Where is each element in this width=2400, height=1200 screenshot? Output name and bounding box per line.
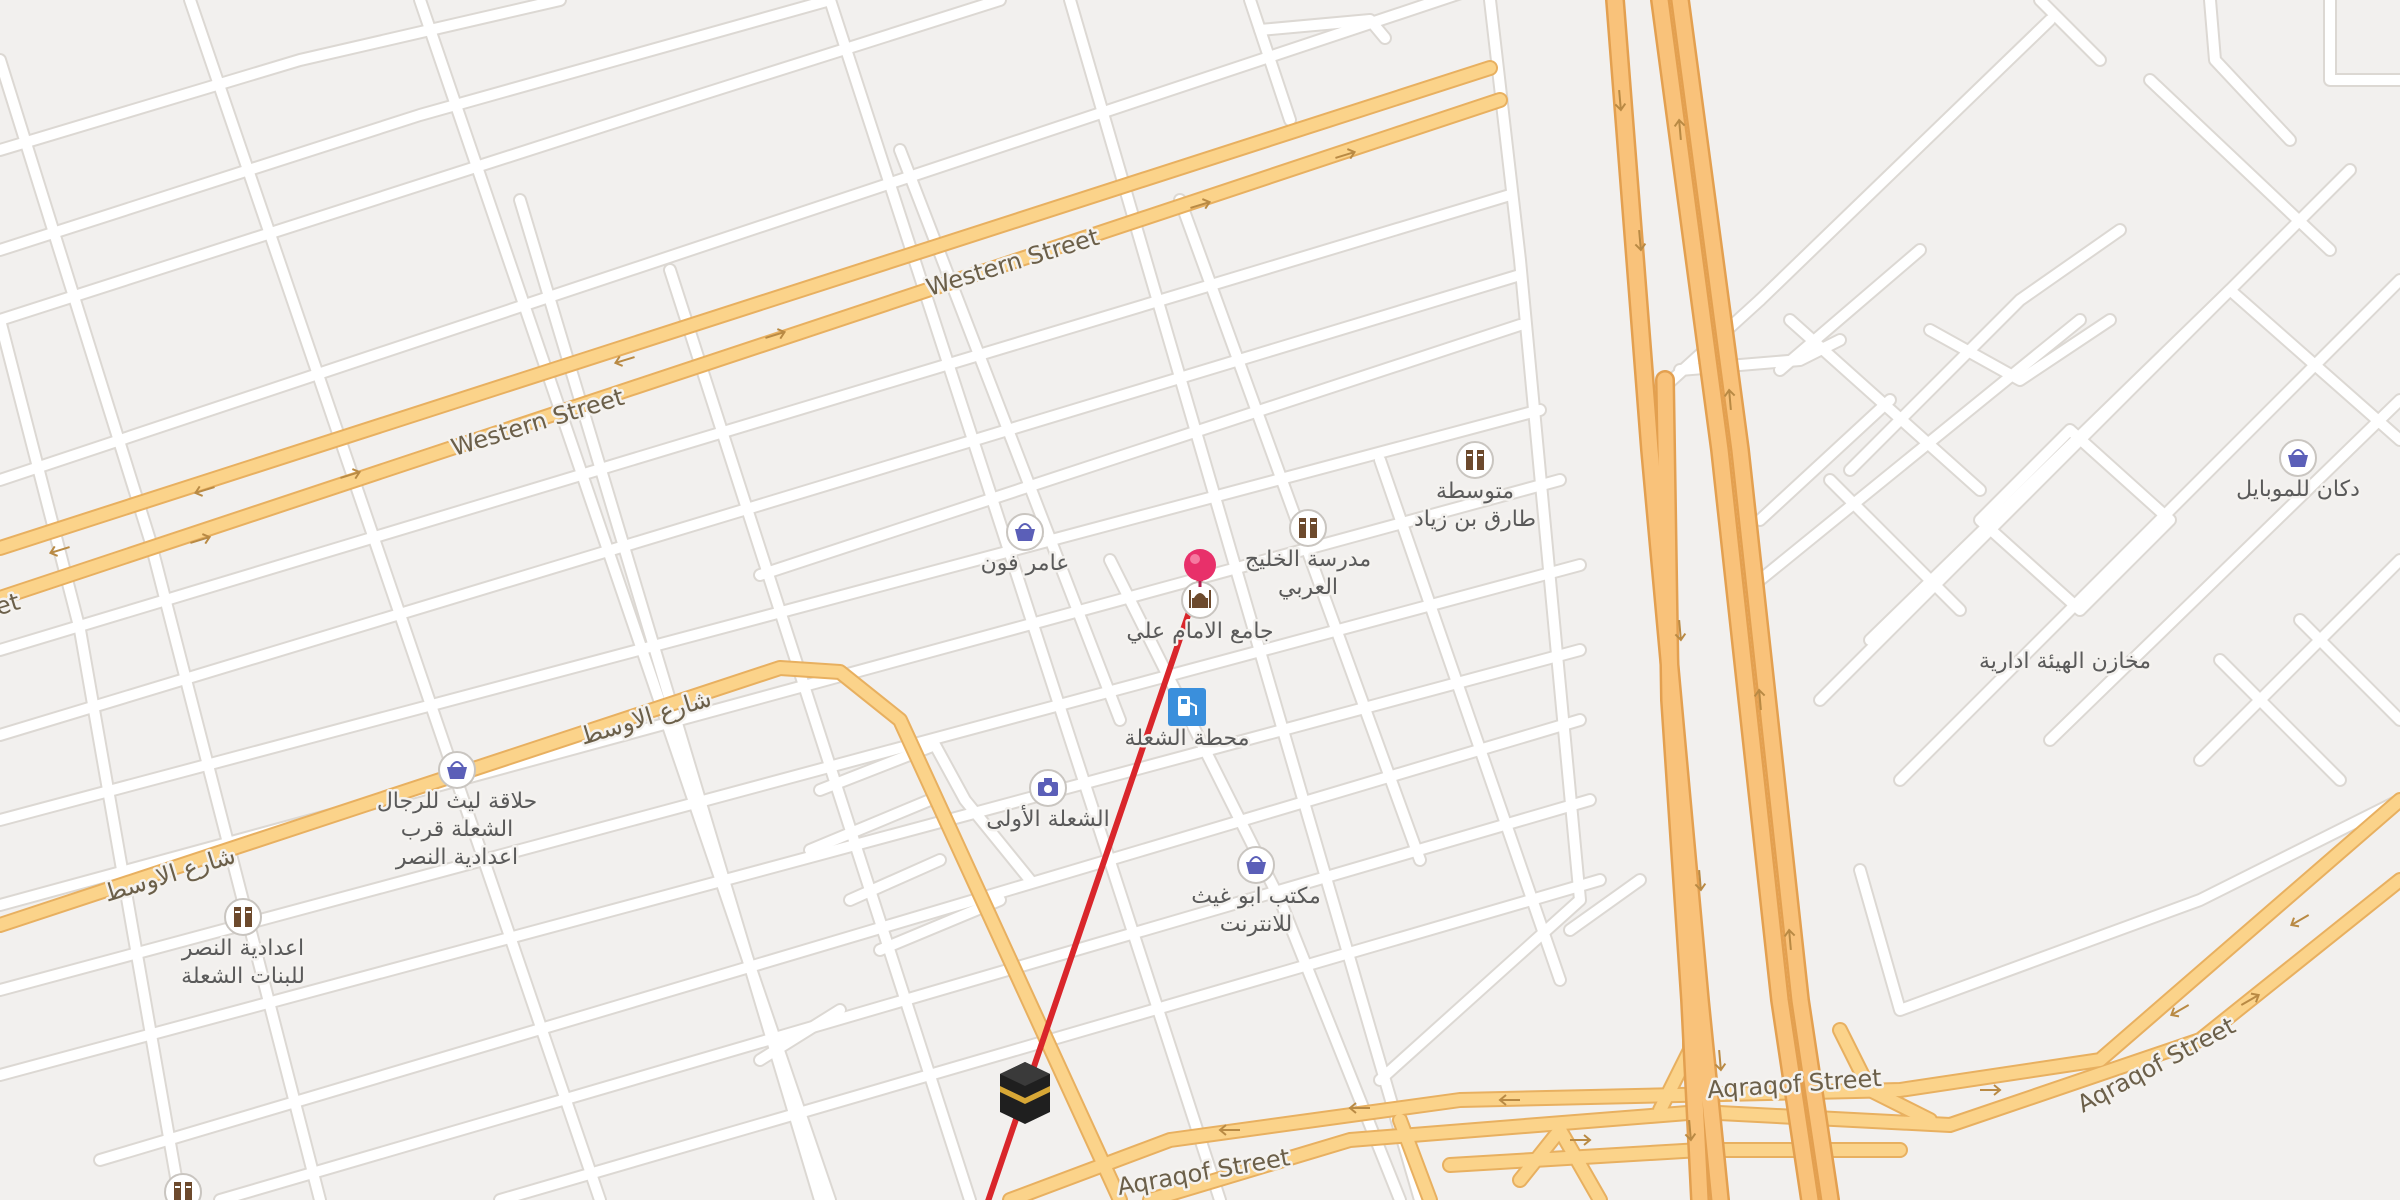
one-way-arrow — [2289, 914, 2310, 928]
poi-shop[interactable]: مكتب ابو غيث للانترنت — [1189, 846, 1323, 940]
minor-road — [1855, 795, 2400, 1015]
school-icon[interactable] — [1289, 509, 1327, 547]
poi-school[interactable]: مدرسة الخليج العربي — [1242, 509, 1374, 603]
minor-road — [185, 0, 605, 1200]
minor-road — [2325, 0, 2400, 85]
shopping-basket-icon[interactable] — [438, 751, 476, 789]
kaaba-icon[interactable] — [1000, 1062, 1050, 1124]
poi-label: محطة الشعلة — [1125, 726, 1250, 751]
mosque-icon[interactable] — [1181, 581, 1219, 619]
poi-label: الشعلة الأولى — [986, 805, 1109, 832]
fuel-pump-icon[interactable] — [1168, 688, 1206, 726]
minor-road — [1755, 395, 1895, 525]
minor-road — [2323, 0, 2400, 87]
poi-label: الشعلة قرب — [401, 817, 514, 842]
poi-label: طارق بن زياد — [1414, 507, 1536, 532]
poi-label: للبنات الشعلة — [181, 964, 305, 989]
poi-label: دكان للموبايل — [2236, 477, 2360, 502]
minor-road — [2195, 555, 2400, 765]
school-icon[interactable] — [164, 1173, 202, 1200]
school-icon[interactable] — [224, 898, 262, 936]
poi-label: مكتب ابو غيث — [1191, 884, 1321, 909]
school-icon[interactable] — [1456, 441, 1494, 479]
shopping-basket-icon[interactable] — [1006, 513, 1044, 551]
minor-road — [2145, 75, 2335, 255]
poi-label: حلاقة ليث للرجال — [377, 789, 537, 814]
poi-fuel[interactable]: محطة الشعلة — [1122, 688, 1252, 754]
poi-label: مدرسة الخليج — [1245, 547, 1371, 572]
minor-road — [1825, 475, 1965, 615]
poi-label: العربي — [1278, 575, 1338, 600]
poi-area[interactable]: مخازن الهيئة ادارية — [1976, 647, 2153, 677]
poi-label: للانترنت — [1220, 912, 1292, 937]
poi-label: اعدادية النصر — [395, 845, 518, 870]
highway — [1605, 0, 1840, 1200]
camera-icon[interactable] — [1029, 769, 1067, 807]
shopping-basket-icon[interactable] — [2279, 439, 2317, 477]
minor-road — [2295, 615, 2400, 725]
minor-road — [0, 0, 565, 155]
poi-label: متوسطة — [1436, 479, 1514, 504]
minor-road — [1853, 793, 2400, 1017]
poi-label: مخازن الهيئة ادارية — [1979, 649, 2151, 674]
minor-road — [1375, 455, 1565, 985]
shopping-basket-icon[interactable] — [1237, 846, 1275, 884]
poi-label: اعدادية النصر — [181, 936, 304, 961]
poi-label: عامر فون — [981, 551, 1070, 576]
map-canvas[interactable]: Western Street Western Street شارع الاوس… — [0, 0, 2400, 1200]
poi-label: جامع الامام علي — [1126, 619, 1273, 644]
poi-school[interactable] — [164, 1173, 202, 1200]
one-way-arrow — [1980, 1084, 2002, 1096]
